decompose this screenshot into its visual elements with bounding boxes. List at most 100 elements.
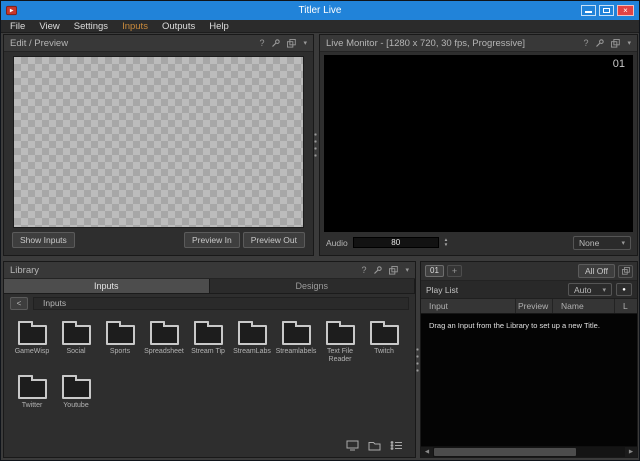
edit-preview-footer: Show Inputs Preview In Preview Out xyxy=(4,230,313,255)
library-title: Library xyxy=(10,265,39,276)
list-view-icon[interactable] xyxy=(390,440,403,451)
folder-label: StreamLabs xyxy=(230,348,274,356)
back-button[interactable]: < xyxy=(10,297,28,310)
menu-bar: File View Settings Inputs Outputs Help xyxy=(1,20,639,33)
chevron-down-icon: ▾ xyxy=(602,286,606,294)
record-dot-icon: ● xyxy=(622,287,626,293)
live-monitor-video: 01 xyxy=(324,55,633,232)
library-folder-stream-tip[interactable]: Stream Tip xyxy=(186,318,230,365)
library-folder-social[interactable]: Social xyxy=(54,318,98,365)
scrollbar-thumb[interactable] xyxy=(434,448,576,456)
wrench-icon[interactable] xyxy=(373,266,382,275)
channel-tab-01[interactable]: 01 xyxy=(425,265,444,277)
minimize-icon xyxy=(585,11,592,13)
column-l[interactable]: L xyxy=(615,299,637,313)
playlist-title: Play List xyxy=(426,285,458,295)
menu-item-inputs[interactable]: Inputs xyxy=(115,20,155,32)
close-button[interactable]: × xyxy=(617,5,634,16)
audio-label: Audio xyxy=(326,238,348,248)
folder-icon xyxy=(150,325,179,345)
folder-label: Twitch xyxy=(362,348,406,356)
folder-icon xyxy=(238,325,267,345)
folder-icon xyxy=(106,325,135,345)
playlist-float-button[interactable] xyxy=(618,265,633,278)
all-off-button[interactable]: All Off xyxy=(578,264,615,278)
library-folder-twitch[interactable]: Twitch xyxy=(362,318,406,365)
vertical-splitter-top[interactable] xyxy=(314,131,317,158)
app-window: Titler Live × File View Settings Inputs … xyxy=(0,0,640,461)
vertical-splitter-bottom[interactable] xyxy=(416,346,419,373)
folder-label: Sports xyxy=(98,348,142,356)
live-monitor-footer: Audio 80 ▲ ▼ None ▾ xyxy=(320,232,637,255)
folder-icon xyxy=(194,325,223,345)
titlebar: Titler Live × xyxy=(1,1,639,20)
menu-item-help[interactable]: Help xyxy=(202,20,236,32)
scroll-left-icon[interactable]: ◀ xyxy=(421,447,433,458)
live-monitor-title: Live Monitor - [1280 x 720, 30 fps, Prog… xyxy=(326,38,525,49)
help-icon[interactable]: ? xyxy=(361,266,366,275)
horizontal-scrollbar[interactable]: ◀ ▶ xyxy=(421,446,637,457)
column-preview[interactable]: Preview xyxy=(516,299,553,313)
help-icon[interactable]: ? xyxy=(259,39,264,48)
library-folder-streamlabels[interactable]: Streamlabels xyxy=(274,318,318,365)
playlist-panel: 01 + All Off Play List Auto ▾ ● Input Pr… xyxy=(420,261,638,458)
scroll-right-icon[interactable]: ▶ xyxy=(625,447,637,458)
folder-label: Social xyxy=(54,348,98,356)
column-name[interactable]: Name xyxy=(553,299,615,313)
library-folder-gamewisp[interactable]: GameWisp xyxy=(10,318,54,365)
output-device-select[interactable]: None ▾ xyxy=(573,236,631,250)
chevron-down-icon[interactable]: ▾ xyxy=(303,40,307,47)
menu-item-outputs[interactable]: Outputs xyxy=(155,20,202,32)
float-window-icon[interactable] xyxy=(389,266,398,275)
play-toggle-button[interactable]: ● xyxy=(616,283,632,296)
chevron-down-icon[interactable]: ▾ xyxy=(627,40,631,47)
library-folder-streamlabs[interactable]: StreamLabs xyxy=(230,318,274,365)
library-footer xyxy=(4,439,415,457)
help-icon[interactable]: ? xyxy=(583,39,588,48)
audio-value: 80 xyxy=(391,238,400,247)
library-folder-text-file-reader[interactable]: Text File Reader xyxy=(318,318,362,365)
tab-inputs[interactable]: Inputs xyxy=(4,279,210,293)
preview-out-button[interactable]: Preview Out xyxy=(243,232,305,248)
folder-icon xyxy=(18,379,47,399)
wrench-icon[interactable] xyxy=(595,39,604,48)
preview-pane-toggle-icon[interactable] xyxy=(346,440,359,451)
live-monitor-panel: Live Monitor - [1280 x 720, 30 fps, Prog… xyxy=(319,34,638,256)
folder-icon xyxy=(62,325,91,345)
folder-icon xyxy=(370,325,399,345)
wrench-icon[interactable] xyxy=(271,39,280,48)
playlist-body[interactable]: Drag an Input from the Library to set up… xyxy=(421,314,637,446)
library-header: Library ? ▾ xyxy=(4,262,415,279)
library-folder-sports[interactable]: Sports xyxy=(98,318,142,365)
open-folder-icon[interactable] xyxy=(368,440,381,451)
playlist-mode-value: Auto xyxy=(574,285,592,295)
folder-label: Stream Tip xyxy=(186,348,230,356)
float-window-icon[interactable] xyxy=(611,39,620,48)
menu-item-settings[interactable]: Settings xyxy=(67,20,115,32)
menu-item-view[interactable]: View xyxy=(32,20,66,32)
float-window-icon[interactable] xyxy=(287,39,296,48)
scrollbar-track[interactable] xyxy=(433,447,625,457)
library-folder-spreadsheet[interactable]: Spreadsheet xyxy=(142,318,186,365)
chevron-down-icon[interactable]: ▾ xyxy=(405,267,409,274)
menu-item-file[interactable]: File xyxy=(3,20,32,32)
audio-slider[interactable]: 80 xyxy=(353,237,439,248)
minimize-button[interactable] xyxy=(581,5,596,16)
add-channel-button[interactable]: + xyxy=(447,265,462,277)
playlist-mode-select[interactable]: Auto ▾ xyxy=(568,283,612,296)
step-down-icon[interactable]: ▼ xyxy=(444,243,448,247)
live-monitor-header: Live Monitor - [1280 x 720, 30 fps, Prog… xyxy=(320,35,637,52)
edit-preview-panel: Edit / Preview ? ▾ Show Inputs Preview I… xyxy=(3,34,314,256)
library-folder-twitter[interactable]: Twitter xyxy=(10,372,54,410)
show-inputs-button[interactable]: Show Inputs xyxy=(12,232,75,248)
library-folder-youtube[interactable]: Youtube xyxy=(54,372,98,410)
preview-in-button[interactable]: Preview In xyxy=(184,232,240,248)
preview-canvas[interactable] xyxy=(13,56,304,228)
breadcrumb: Inputs xyxy=(33,297,409,310)
column-input[interactable]: Input xyxy=(421,299,516,313)
tab-designs[interactable]: Designs xyxy=(210,279,416,293)
folder-label: GameWisp xyxy=(10,348,54,356)
window-title: Titler Live xyxy=(1,5,639,16)
audio-stepper[interactable]: ▲ ▼ xyxy=(444,238,448,247)
maximize-button[interactable] xyxy=(599,5,614,16)
